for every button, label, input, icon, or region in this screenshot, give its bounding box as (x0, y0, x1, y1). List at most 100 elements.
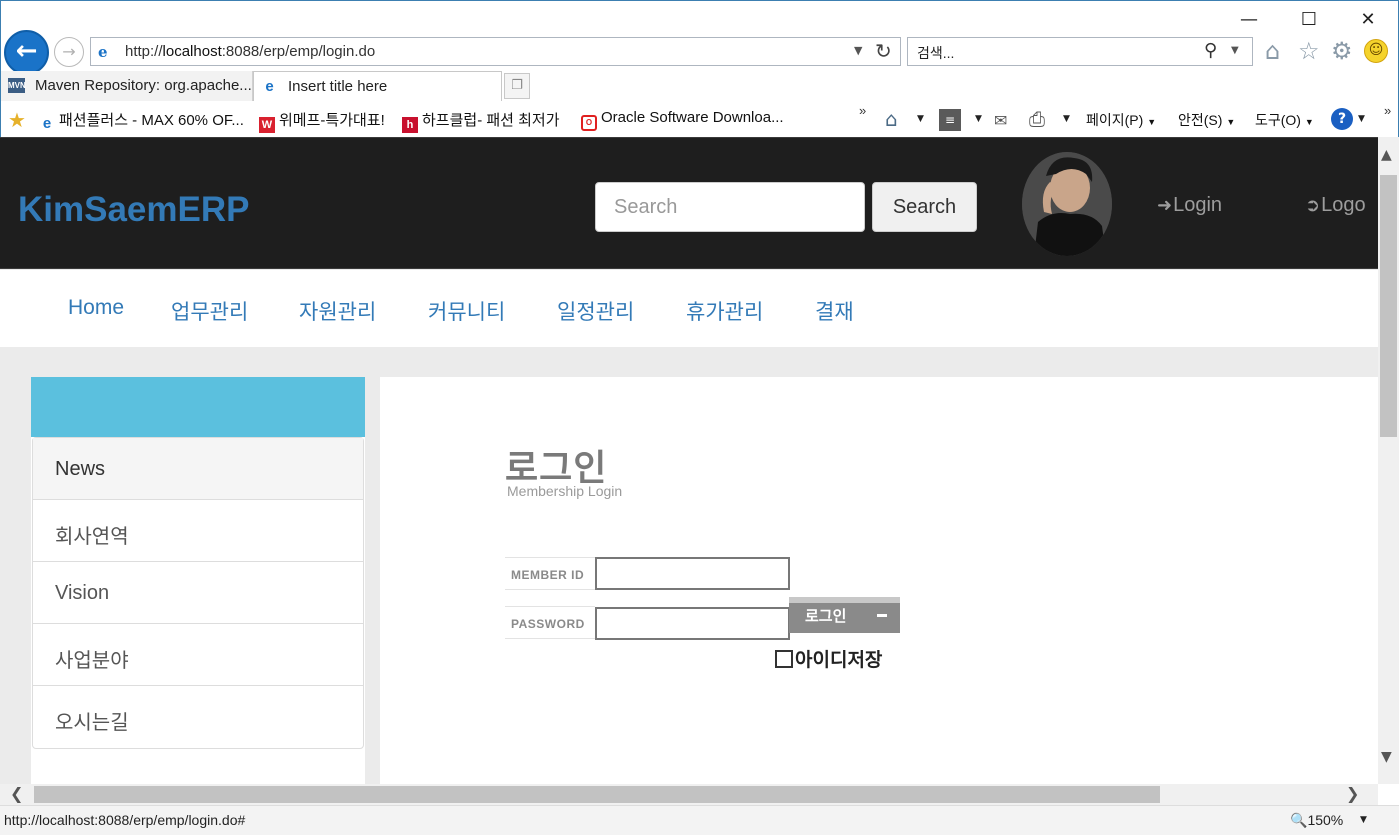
chevron-down-icon[interactable]: ▼ (1063, 114, 1070, 124)
browser-chrome: — ☐ ✕ ← → e http://localhost:8088/erp/em… (0, 0, 1399, 137)
profile-photo (1022, 152, 1112, 256)
ie-tab-icon: e (265, 78, 274, 95)
mail-icon[interactable]: ✉ (994, 111, 1007, 130)
sidebar-item-business[interactable]: 사업분야 (33, 624, 363, 686)
safety-menu[interactable]: 안전(S) ▼ (1178, 110, 1235, 130)
close-window-button[interactable]: ✕ (1353, 7, 1383, 33)
save-id-checkbox[interactable]: 아이디저장 (775, 645, 882, 672)
chevron-down-icon[interactable]: ▼ (917, 114, 924, 124)
save-id-label: 아이디저장 (795, 649, 883, 671)
sidebar-menu: News 회사연역 Vision 사업분야 오시는길 (32, 437, 364, 749)
print-icon[interactable]: ⎙ (1029, 107, 1045, 131)
search-button[interactable]: Search (872, 182, 977, 232)
browser-search-box[interactable]: 검색... ⚲ ▼ (907, 37, 1253, 66)
site-header: KimSaemERP Search Search ➜Login ➲Logo (0, 137, 1378, 269)
tools-menu[interactable]: 도구(O) ▼ (1255, 110, 1314, 130)
scroll-up-icon[interactable]: ▲ (1381, 147, 1392, 163)
main-nav: Home 업무관리 자원관리 커뮤니티 일정관리 휴가관리 결재 (0, 270, 1378, 347)
sidebar-header (31, 377, 365, 437)
password-label: PASSWORD (505, 606, 595, 639)
nav-community[interactable]: 커뮤니티 (428, 296, 505, 326)
brand-logo[interactable]: KimSaemERP (18, 190, 249, 230)
login-subtitle: Membership Login (507, 483, 623, 499)
sidebar-item-history[interactable]: 회사연역 (33, 500, 363, 562)
address-url: http://localhost:8088/erp/emp/login.do (125, 43, 376, 60)
chevron-down-icon[interactable]: ▼ (1358, 114, 1365, 124)
new-tab-button[interactable]: ❐ (504, 73, 530, 99)
zoom-dropdown-icon[interactable]: ▼ (1360, 815, 1367, 825)
checkbox-icon[interactable] (775, 650, 793, 668)
favorites-star-icon[interactable]: ☆ (1298, 37, 1320, 65)
search-input[interactable]: Search (595, 182, 865, 232)
member-id-label: MEMBER ID (505, 557, 595, 590)
sidebar-item-directions[interactable]: 오시는길 (33, 686, 363, 748)
svg-text:e: e (98, 43, 108, 60)
page-menu[interactable]: 페이지(P) ▼ (1086, 110, 1156, 130)
member-id-input[interactable] (595, 557, 790, 590)
avatar (1022, 152, 1112, 256)
search-dropdown-icon[interactable]: ▼ (1231, 45, 1239, 56)
tab-label: Maven Repository: org.apache... (35, 77, 252, 94)
arrow-right-icon: → (62, 42, 76, 61)
address-bar[interactable]: e http://localhost:8088/erp/emp/login.do… (90, 37, 901, 66)
login-button-label: 로그인 (805, 607, 847, 625)
rss-feed-icon[interactable]: ≡ (939, 109, 961, 131)
help-icon[interactable]: ? (1331, 108, 1353, 130)
arrow-left-icon: ← (15, 36, 38, 66)
zoom-icon: 🔍 (1290, 812, 1308, 828)
tab-strip: MVN Maven Repository: org.apache... e In… (1, 71, 1399, 101)
add-favorites-star-icon[interactable]: ★ (8, 108, 26, 132)
favorites-bar: ★ e 패션플러스 - MAX 60% OF... W 위메프-특가대표! h 하프클… (1, 103, 1399, 135)
browser-search-placeholder: 검색... (917, 45, 955, 61)
nav-schedule[interactable]: 일정관리 (557, 296, 634, 326)
back-button[interactable]: ← (4, 30, 49, 75)
scroll-right-icon[interactable]: ❯ (1346, 784, 1359, 803)
status-url: http://localhost:8088/erp/emp/login.do# (4, 812, 246, 828)
zoom-level[interactable]: 🔍150% (1290, 812, 1343, 829)
logout-link[interactable]: ➲Logo (1305, 194, 1366, 217)
maven-icon: MVN (8, 78, 26, 93)
nav-home[interactable]: Home (68, 296, 124, 320)
horizontal-scrollbar[interactable]: ❮ ❯ (0, 784, 1378, 805)
chevron-right-icon[interactable]: » (859, 103, 866, 118)
magnifier-icon[interactable]: ⚲ (1204, 40, 1217, 61)
nav-approval[interactable]: 결재 (815, 296, 854, 326)
nav-resources[interactable]: 자원관리 (299, 296, 376, 326)
tab-maven-repository[interactable]: MVN Maven Repository: org.apache... (1, 71, 253, 101)
login-button[interactable]: 로그인 (789, 597, 900, 633)
favorite-halfclub[interactable]: h 하프클럽- 패션 최저가 (402, 109, 560, 133)
login-link[interactable]: ➜Login (1157, 194, 1222, 217)
gear-icon[interactable]: ⚙ (1331, 37, 1353, 65)
nav-vacation[interactable]: 휴가관리 (686, 296, 763, 326)
address-dropdown-icon[interactable]: ▼ (854, 44, 862, 57)
nav-work[interactable]: 업무관리 (171, 296, 248, 326)
forward-button[interactable]: → (54, 37, 84, 67)
wemakeprice-icon: W (259, 117, 275, 133)
ie-page-icon: e (42, 115, 52, 132)
ie-page-icon: e (95, 43, 112, 60)
home-command-icon[interactable]: ⌂ (885, 107, 898, 131)
dash-icon (877, 614, 887, 617)
sidebar-item-news[interactable]: News (33, 438, 363, 500)
horizontal-scroll-thumb[interactable] (34, 786, 1160, 803)
chevron-down-icon[interactable]: ▼ (975, 114, 982, 124)
scroll-down-icon[interactable]: ▼ (1381, 749, 1392, 765)
password-input[interactable] (595, 607, 790, 640)
refresh-icon[interactable]: ↻ (875, 39, 892, 63)
minimize-button[interactable]: — (1234, 7, 1264, 33)
home-icon[interactable]: ⌂ (1265, 37, 1280, 65)
favorite-fashionplus[interactable]: e 패션플러스 - MAX 60% OF... (39, 109, 244, 132)
favorite-oracle[interactable]: O Oracle Software Downloa... (581, 109, 784, 131)
favorite-wemakeprice[interactable]: W 위메프-특가대표! (259, 109, 385, 133)
chevron-right-icon[interactable]: » (1384, 103, 1391, 118)
tab-insert-title[interactable]: e Insert title here ✕ (253, 71, 502, 101)
feedback-smiley-icon[interactable]: ☺ (1364, 39, 1388, 63)
vertical-scrollbar[interactable]: ▲ ▼ (1378, 137, 1399, 784)
logout-icon: ➲ (1305, 195, 1321, 215)
oracle-icon: O (581, 115, 597, 131)
status-bar: http://localhost:8088/erp/emp/login.do# … (0, 805, 1399, 835)
maximize-button[interactable]: ☐ (1294, 7, 1324, 33)
scroll-left-icon[interactable]: ❮ (10, 784, 23, 803)
vertical-scroll-thumb[interactable] (1380, 175, 1397, 437)
sidebar-item-vision[interactable]: Vision (33, 562, 363, 624)
